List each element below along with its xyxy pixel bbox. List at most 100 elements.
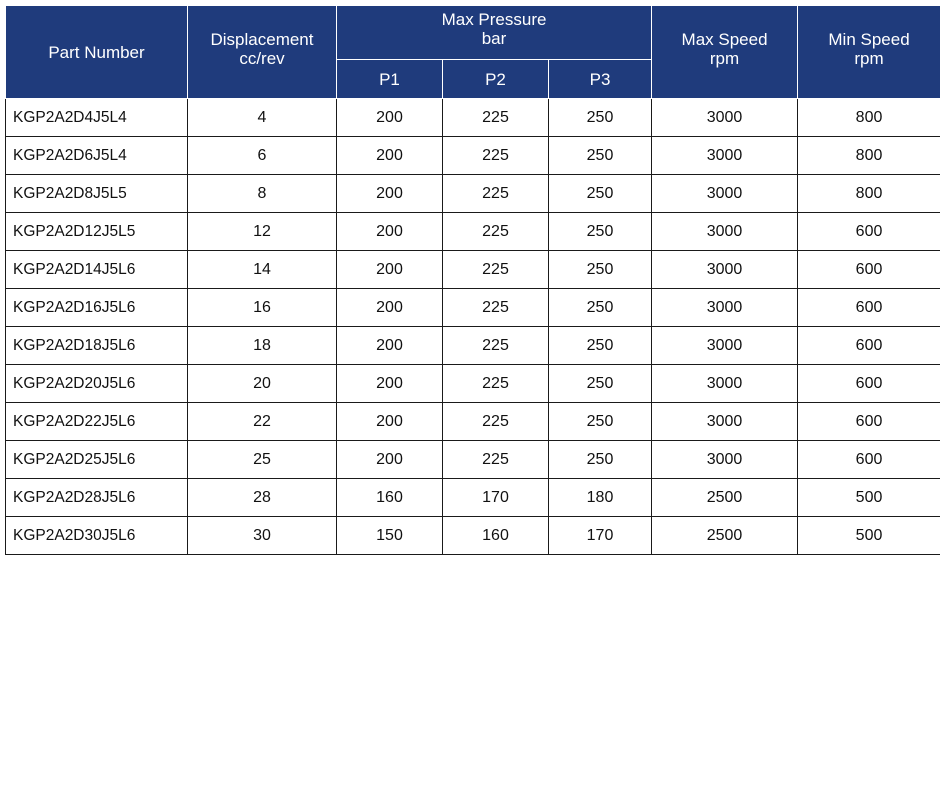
cell-min-speed: 600 (797, 212, 940, 251)
displacement-header-label: Displacement (210, 30, 314, 49)
cell-displacement: 30 (187, 516, 337, 555)
cell-pressure-p1: 150 (336, 516, 443, 555)
table-row: KGP2A2D14J5L6 14 200 225 250 3000 600 (5, 250, 940, 289)
cell-part-number: KGP2A2D16J5L6 (5, 288, 188, 327)
cell-pressure-p2: 225 (442, 364, 549, 403)
cell-displacement: 20 (187, 364, 337, 403)
cell-displacement: 6 (187, 136, 337, 175)
cell-pressure-p2: 160 (442, 516, 549, 555)
cell-max-speed: 2500 (651, 516, 799, 555)
cell-pressure-p1: 200 (336, 136, 443, 175)
cell-min-speed: 800 (797, 136, 940, 175)
table-row: KGP2A2D18J5L6 18 200 225 250 3000 600 (5, 326, 940, 365)
cell-max-speed: 3000 (651, 364, 799, 403)
cell-min-speed: 600 (797, 288, 940, 327)
cell-pressure-p3: 250 (547, 402, 653, 441)
cell-pressure-p3: 250 (547, 212, 653, 251)
cell-pressure-p2: 225 (442, 250, 549, 289)
cell-pressure-p3: 250 (547, 288, 653, 327)
cell-pressure-p3: 250 (547, 136, 653, 175)
cell-displacement: 12 (187, 212, 337, 251)
cell-min-speed: 500 (797, 516, 940, 555)
cell-part-number: KGP2A2D18J5L6 (5, 326, 188, 365)
cell-min-speed: 500 (797, 478, 940, 517)
cell-max-speed: 3000 (651, 288, 799, 327)
min-speed-header: Min Speed rpm (797, 5, 940, 99)
cell-part-number: KGP2A2D8J5L5 (5, 174, 188, 213)
cell-displacement: 8 (187, 174, 337, 213)
cell-pressure-p1: 200 (336, 98, 443, 137)
p1-header: P1 (336, 59, 443, 99)
displacement-header: Displacement cc/rev (187, 5, 337, 99)
cell-min-speed: 600 (797, 440, 940, 479)
min-speed-header-label: Min Speed (828, 30, 910, 49)
table-row: KGP2A2D30J5L6 30 150 160 170 2500 500 (5, 516, 940, 555)
cell-pressure-p1: 200 (336, 250, 443, 289)
cell-max-speed: 3000 (651, 174, 799, 213)
cell-max-speed: 3000 (651, 440, 799, 479)
cell-pressure-p2: 225 (442, 288, 549, 327)
cell-min-speed: 600 (797, 250, 940, 289)
cell-min-speed: 800 (797, 174, 940, 213)
cell-pressure-p3: 180 (547, 478, 653, 517)
cell-max-speed: 3000 (651, 326, 799, 365)
cell-pressure-p2: 225 (442, 136, 549, 175)
cell-pressure-p3: 250 (547, 250, 653, 289)
cell-pressure-p1: 200 (336, 288, 443, 327)
cell-max-speed: 3000 (651, 98, 799, 137)
table-row: KGP2A2D20J5L6 20 200 225 250 3000 600 (5, 364, 940, 403)
header-row-top: Part Number Displacement cc/rev Max Pres… (5, 5, 940, 99)
max-pressure-unit-label: bar (481, 29, 507, 48)
table-row: KGP2A2D6J5L4 6 200 225 250 3000 800 (5, 136, 940, 175)
table-row: KGP2A2D16J5L6 16 200 225 250 3000 600 (5, 288, 940, 327)
cell-min-speed: 800 (797, 98, 940, 137)
cell-part-number: KGP2A2D25J5L6 (5, 440, 188, 479)
max-speed-unit-label: rpm (709, 49, 740, 68)
cell-displacement: 22 (187, 402, 337, 441)
cell-part-number: KGP2A2D6J5L4 (5, 136, 188, 175)
cell-pressure-p1: 200 (336, 402, 443, 441)
cell-pressure-p2: 225 (442, 212, 549, 251)
table-header: Part Number Displacement cc/rev Max Pres… (5, 5, 940, 99)
cell-pressure-p1: 160 (336, 478, 443, 517)
cell-pressure-p3: 250 (547, 440, 653, 479)
cell-max-speed: 3000 (651, 250, 799, 289)
min-speed-unit-label: rpm (854, 49, 884, 68)
cell-max-speed: 3000 (651, 212, 799, 251)
cell-pressure-p1: 200 (336, 364, 443, 403)
table-row: KGP2A2D28J5L6 28 160 170 180 2500 500 (5, 478, 940, 517)
cell-pressure-p2: 170 (442, 478, 549, 517)
table-body: KGP2A2D4J5L4 4 200 225 250 3000 800 KGP2A2D6J5L… (5, 98, 940, 555)
cell-min-speed: 600 (797, 402, 940, 441)
cell-part-number: KGP2A2D30J5L6 (5, 516, 188, 555)
max-pressure-header: Max Pressure bar (335, 5, 653, 60)
cell-pressure-p3: 250 (547, 174, 653, 213)
cell-max-speed: 3000 (651, 402, 799, 441)
cell-displacement: 16 (187, 288, 337, 327)
cell-part-number: KGP2A2D4J5L4 (5, 98, 188, 137)
cell-pressure-p2: 225 (442, 440, 549, 479)
displacement-unit-label: cc/rev (239, 49, 285, 68)
cell-pressure-p2: 225 (442, 174, 549, 213)
cell-pressure-p2: 225 (442, 326, 549, 365)
cell-part-number: KGP2A2D14J5L6 (5, 250, 188, 289)
table-row: KGP2A2D22J5L6 22 200 225 250 3000 600 (5, 402, 940, 441)
cell-pressure-p1: 200 (336, 174, 443, 213)
cell-pressure-p2: 225 (442, 402, 549, 441)
cell-max-speed: 3000 (651, 136, 799, 175)
table-row: KGP2A2D12J5L5 12 200 225 250 3000 600 (5, 212, 940, 251)
cell-max-speed: 2500 (651, 478, 799, 517)
cell-pressure-p1: 200 (336, 326, 443, 365)
table-row: KGP2A2D8J5L5 8 200 225 250 3000 800 (5, 174, 940, 213)
cell-displacement: 14 (187, 250, 337, 289)
cell-displacement: 25 (187, 440, 337, 479)
cell-min-speed: 600 (797, 326, 940, 365)
part-number-header: Part Number (5, 5, 188, 99)
cell-pressure-p3: 250 (547, 364, 653, 403)
p3-header: P3 (547, 59, 653, 99)
max-speed-header: Max Speed rpm (651, 5, 799, 99)
cell-pressure-p1: 200 (336, 440, 443, 479)
table-row: KGP2A2D25J5L6 25 200 225 250 3000 600 (5, 440, 940, 479)
table-row: KGP2A2D4J5L4 4 200 225 250 3000 800 (5, 98, 940, 137)
cell-pressure-p3: 250 (547, 326, 653, 365)
